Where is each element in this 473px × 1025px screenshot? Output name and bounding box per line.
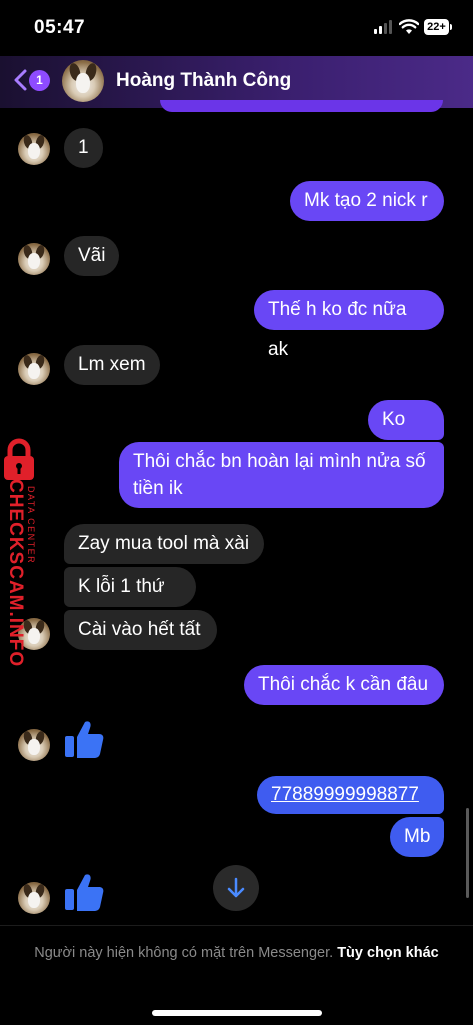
wifi-icon [399,19,419,34]
sender-avatar[interactable] [18,353,50,385]
incoming-message[interactable]: Vãi [64,236,120,276]
sender-avatar[interactable] [18,729,50,761]
watermark-text: CHECKSCAM.INFO DATA CENTER [3,479,36,667]
scroll-to-bottom-button[interactable] [213,865,259,911]
thumbs-up-icon[interactable] [63,718,105,760]
contact-avatar[interactable] [62,60,104,102]
notice-text: Người này hiện không có mặt trên Messeng… [34,945,334,961]
status-bar: 05:47 22+ [0,0,473,56]
arrow-down-icon [227,877,245,898]
status-time: 05:47 [34,17,86,38]
account-number-link[interactable]: 77889999998877 [257,776,444,814]
outgoing-message[interactable]: Thôi chắc bn hoàn lại mình nửa số tiền i… [119,442,444,508]
incoming-message[interactable]: Zay mua tool mà xài [64,524,264,564]
scrollbar[interactable] [466,808,469,898]
watermark-sub: DATA CENTER [26,486,36,565]
previous-message-edge [160,100,443,112]
incoming-message[interactable]: 1 [64,128,103,168]
sender-avatar[interactable] [18,133,50,165]
outgoing-message[interactable]: Mb [390,817,444,857]
unavailable-notice: Người này hiện không có mặt trên Messeng… [30,942,443,964]
outgoing-message[interactable]: Thế h ko đc nữa ak [254,290,444,360]
outgoing-message[interactable]: Thôi chắc k cần đâu [244,665,444,705]
back-chevron-icon[interactable] [12,68,28,92]
unread-badge[interactable]: 1 [29,70,50,91]
more-options-link[interactable]: Tùy chọn khác [337,945,439,961]
thumbs-up-icon[interactable] [63,871,105,913]
sender-avatar[interactable] [18,243,50,275]
cellular-signal-icon [374,20,394,34]
contact-name[interactable]: Hoàng Thành Công [116,70,291,92]
incoming-message[interactable]: Cài vào hết tất [64,610,217,650]
sender-avatar[interactable] [18,882,50,914]
battery-indicator: 22+ [424,19,452,35]
watermark-brand: CHECKSCAM.INFO [5,479,26,668]
home-indicator[interactable] [152,1010,322,1016]
incoming-message[interactable]: Lm xem [64,345,160,385]
outgoing-message[interactable]: Mk tạo 2 nick r [290,181,444,221]
incoming-message[interactable]: K lỗi 1 thứ gì [64,567,196,637]
composer-footer: Người này hiện không có mặt trên Messeng… [0,925,473,1025]
outgoing-message[interactable]: Ko đc [368,400,444,470]
